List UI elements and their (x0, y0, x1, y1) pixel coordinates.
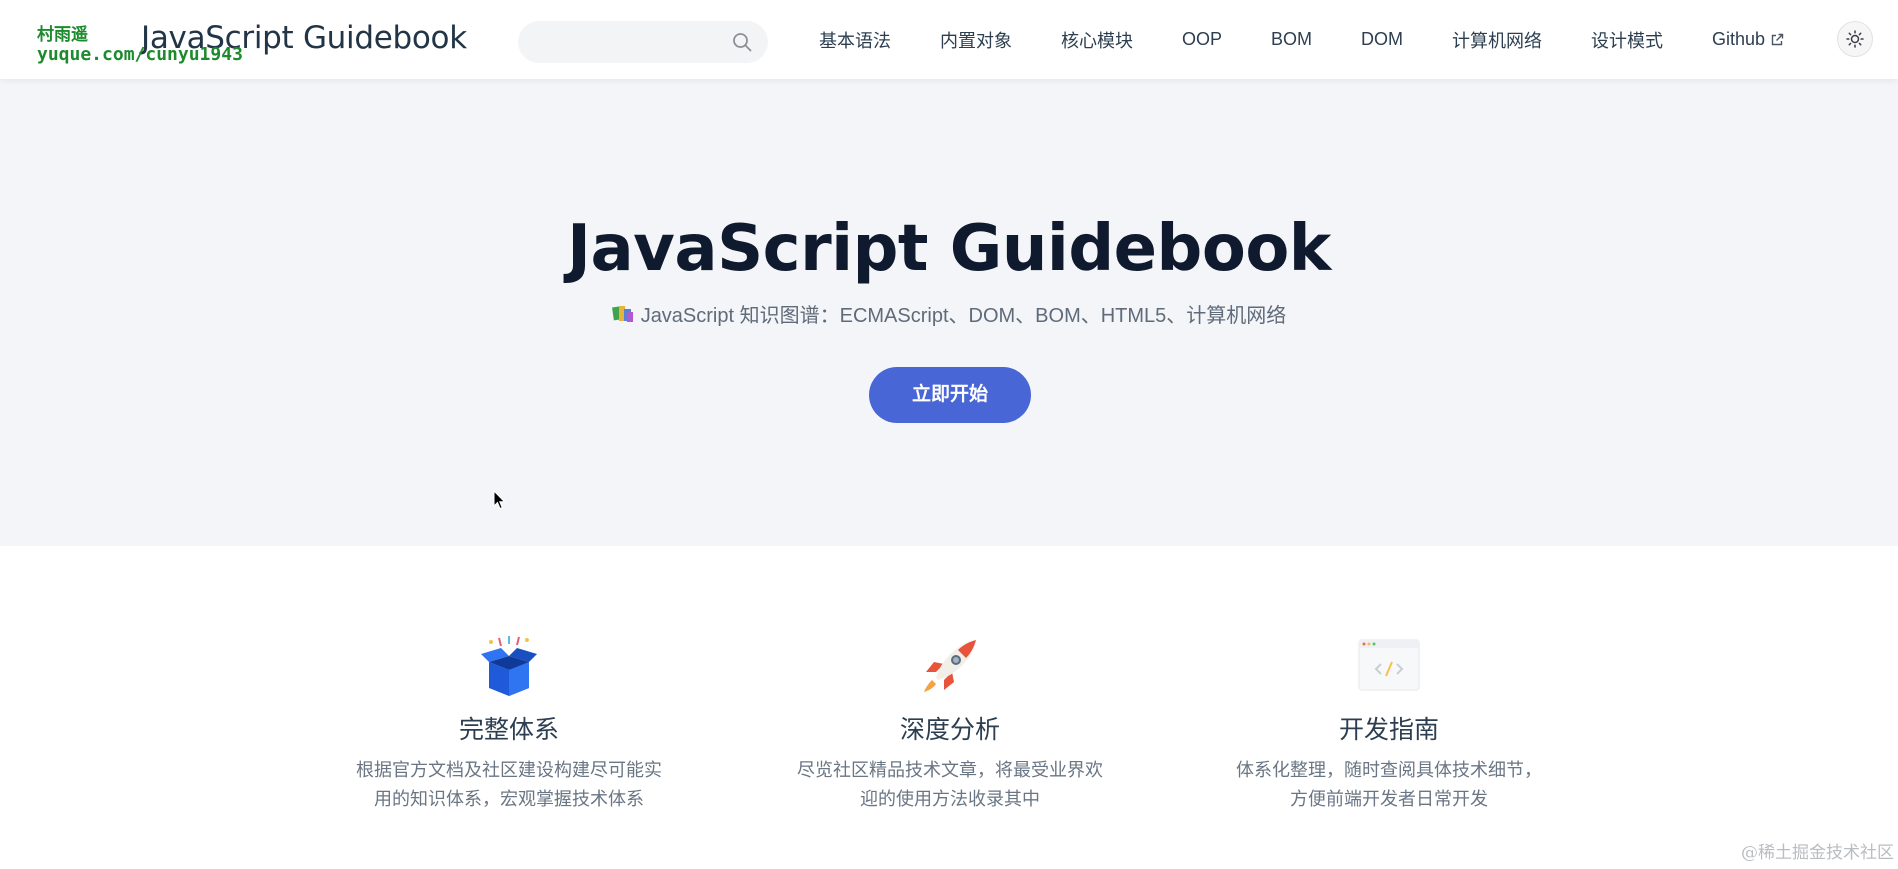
features-section: 完整体系 根据官方文档及社区建设构建尽可能实用的知识体系，宏观掌握技术体系 深度… (0, 546, 1898, 869)
nav-item-builtin-objects[interactable]: 内置对象 (940, 27, 1012, 53)
nav-item-core-modules[interactable]: 核心模块 (1061, 27, 1133, 53)
get-started-button[interactable]: 立即开始 (869, 367, 1031, 423)
sun-icon (1846, 30, 1864, 48)
open-box-icon (481, 636, 537, 696)
feature-desc: 根据官方文档及社区建设构建尽可能实用的知识体系，宏观掌握技术体系 (356, 760, 662, 809)
external-link-icon (1771, 33, 1784, 45)
feature-card-deep-analysis: 深度分析 尽览社区精品技术文章，将最受业界欢迎的使用方法收录其中 (785, 634, 1115, 814)
nav-item-basic-syntax[interactable]: 基本语法 (819, 27, 891, 53)
nav-item-dom[interactable]: DOM (1361, 29, 1403, 50)
feature-title: 开发指南 (1338, 716, 1439, 744)
feature-card-dev-guide: 开发指南 体系化整理，随时查阅具体技术细节，方便前端开发者日常开发 (1224, 634, 1554, 814)
feature-title: 深度分析 (899, 716, 1000, 744)
theme-toggle-button[interactable] (1837, 21, 1873, 57)
watermark-author: 村雨遥 (37, 25, 88, 45)
rocket-icon (924, 640, 976, 692)
hero-tagline-text: JavaScript 知识图谱：ECMAScript、DOM、BOM、HTML5… (640, 305, 1287, 327)
nav-item-computer-network[interactable]: 计算机网络 (1452, 27, 1542, 53)
feature-card-complete-system: 完整体系 根据官方文档及社区建设构建尽可能实用的知识体系，宏观掌握技术体系 (344, 634, 674, 814)
nav-item-github[interactable]: Github (1712, 29, 1784, 50)
books-icon (611, 305, 633, 322)
hero-section: JavaScript Guidebook JavaScript 知识图谱：ECM… (0, 79, 1898, 546)
nav-item-github-label: Github (1712, 29, 1766, 49)
hero-title: JavaScript Guidebook (567, 212, 1331, 286)
nav-item-design-patterns[interactable]: 设计模式 (1591, 27, 1663, 53)
nav-item-bom[interactable]: BOM (1271, 29, 1312, 50)
top-navbar: 村雨遥 yuque.com/cunyu1943 JavaScript Guide… (0, 0, 1898, 79)
feature-title: 完整体系 (458, 716, 559, 744)
main-nav: 基本语法 内置对象 核心模块 OOP BOM DOM 计算机网络 设计模式 Gi… (819, 0, 1784, 79)
feature-desc: 体系化整理，随时查阅具体技术细节，方便前端开发者日常开发 (1236, 760, 1542, 809)
watermark-bottom: @稀土掘金技术社区 (1741, 843, 1894, 863)
code-window-icon (1358, 639, 1420, 691)
feature-desc: 尽览社区精品技术文章，将最受业界欢迎的使用方法收录其中 (797, 760, 1103, 809)
mouse-cursor-icon (493, 490, 506, 510)
search-icon (733, 33, 752, 52)
search-input[interactable] (518, 21, 768, 63)
watermark-url: yuque.com/cunyu1943 (37, 44, 243, 65)
watermark-overlay: 村雨遥 yuque.com/cunyu1943 (37, 24, 243, 66)
nav-item-oop[interactable]: OOP (1182, 29, 1222, 50)
hero-tagline: JavaScript 知识图谱：ECMAScript、DOM、BOM、HTML5… (0, 299, 1898, 328)
